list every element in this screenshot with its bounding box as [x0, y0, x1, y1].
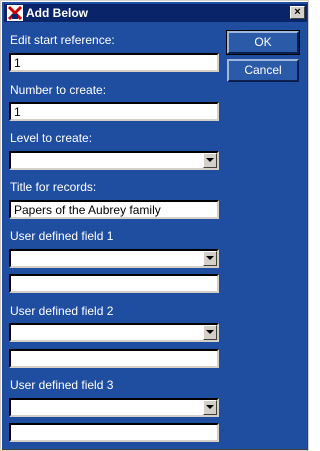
edit-start-reference-label: Edit start reference: [10, 33, 115, 47]
dropdown-button[interactable] [203, 325, 217, 340]
close-button[interactable]: × [290, 6, 305, 19]
level-to-create-label: Level to create: [10, 131, 93, 145]
chevron-down-icon [206, 330, 214, 334]
user-field-3-label: User defined field 3 [10, 378, 114, 392]
cancel-button[interactable]: Cancel [227, 59, 299, 82]
app-icon [7, 5, 23, 21]
chevron-down-icon [206, 256, 214, 260]
user-field-2-label: User defined field 2 [10, 304, 114, 318]
dropdown-button[interactable] [203, 400, 217, 415]
user-field-1-label: User defined field 1 [10, 229, 114, 243]
chevron-down-icon [206, 405, 214, 409]
user-field-2-text[interactable] [9, 349, 219, 368]
level-to-create-dropdown[interactable] [9, 151, 219, 170]
user-field-3-dropdown[interactable] [9, 398, 219, 417]
number-to-create-label: Number to create: [10, 83, 107, 97]
number-to-create-field[interactable] [9, 102, 219, 121]
title-bar: Add Below × [4, 4, 307, 22]
title-for-records-field[interactable] [9, 200, 219, 219]
title-for-records-label: Title for records: [10, 180, 97, 194]
dropdown-button[interactable] [203, 251, 217, 266]
user-field-2-dropdown[interactable] [9, 323, 219, 342]
edit-start-reference-field[interactable] [9, 53, 219, 72]
dropdown-button[interactable] [203, 153, 217, 168]
user-field-1-text[interactable] [9, 274, 219, 293]
window-title: Add Below [26, 6, 88, 20]
ok-button[interactable]: OK [226, 30, 300, 55]
chevron-down-icon [206, 158, 214, 162]
add-below-dialog: Add Below × Edit start reference: Number… [0, 0, 309, 451]
user-field-1-dropdown[interactable] [9, 249, 219, 268]
user-field-3-text[interactable] [9, 423, 219, 442]
